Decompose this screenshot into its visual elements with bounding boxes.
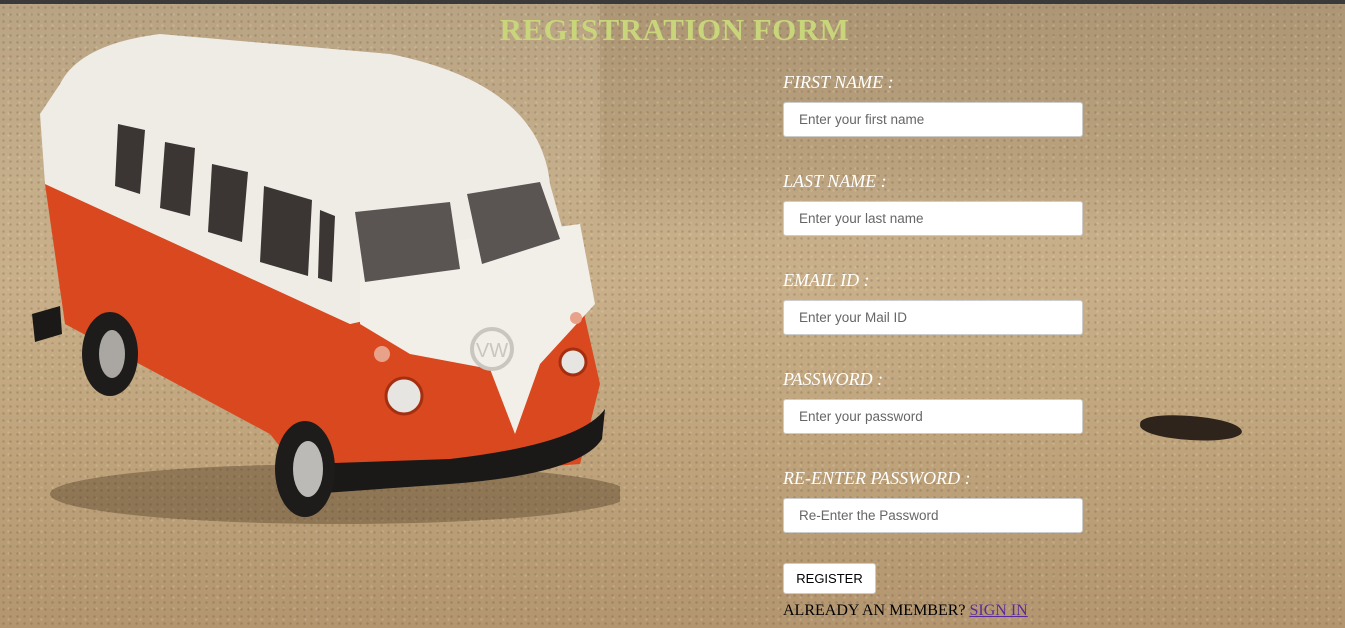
first-name-label: FIRST NAME :: [783, 72, 894, 92]
first-name-input[interactable]: [783, 102, 1083, 137]
last-name-label: LAST NAME :: [783, 171, 887, 191]
register-button[interactable]: REGISTER: [783, 563, 876, 594]
reenter-password-input[interactable]: [783, 498, 1083, 533]
toy-van-image: VW: [32, 34, 620, 524]
password-label: PASSWORD :: [783, 369, 884, 389]
page-title: REGISTRATION FORM: [499, 12, 850, 47]
password-input[interactable]: [783, 399, 1083, 434]
footer-text: ALREADY AN MEMBER?: [783, 602, 970, 619]
email-label: EMAIL ID :: [783, 270, 870, 290]
background-photo: VW: [0, 4, 1345, 628]
email-input[interactable]: [783, 300, 1083, 335]
sign-in-link[interactable]: SIGN IN: [970, 602, 1028, 619]
svg-text:VW: VW: [476, 340, 508, 362]
sign-in-prompt: ALREADY AN MEMBER? SIGN IN: [783, 602, 1028, 620]
last-name-input[interactable]: [783, 201, 1083, 236]
reenter-password-label: RE-ENTER PASSWORD :: [783, 468, 971, 488]
